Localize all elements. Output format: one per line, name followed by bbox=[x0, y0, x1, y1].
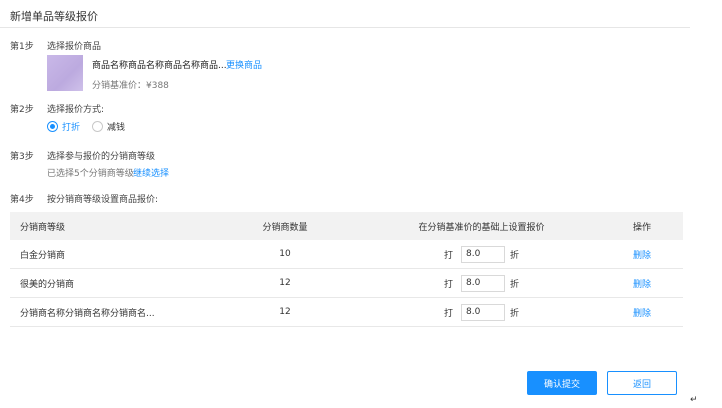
product-thumbnail bbox=[47, 55, 83, 91]
discount-prefix: 打 bbox=[443, 279, 453, 290]
header-price: 在分销基准价的基础上设置报价 bbox=[330, 220, 633, 233]
radio-reduce[interactable]: 减钱 bbox=[92, 120, 125, 133]
header-level: 分销商等级 bbox=[20, 222, 66, 233]
submit-button[interactable]: 确认提交 bbox=[527, 371, 597, 395]
continue-select-link[interactable]: 继续选择 bbox=[133, 166, 169, 179]
header-price-text: 在分销基准价的基础上设置报价 bbox=[418, 222, 545, 233]
discount-suffix: 折 bbox=[510, 279, 520, 290]
row-count: 10 bbox=[279, 249, 291, 259]
selected-levels-text: 已选择5个分销商等级 bbox=[47, 169, 134, 179]
table-header: 分销商等级 分销商数量 在分销基准价的基础上设置报价 操作 bbox=[10, 212, 683, 240]
discount-prefix: 打 bbox=[443, 250, 453, 261]
step-3-label: 选择参与报价的分销商等级 bbox=[47, 152, 156, 162]
step-1-label: 选择报价商品 bbox=[47, 42, 102, 52]
delete-link[interactable]: 删除 bbox=[633, 306, 683, 319]
back-button[interactable]: 返回 bbox=[607, 371, 677, 395]
discount-suffix: 折 bbox=[510, 308, 520, 319]
change-product-link[interactable]: 更换商品 bbox=[226, 58, 262, 71]
pricing-table: 分销商等级 分销商数量 在分销基准价的基础上设置报价 操作 白金分销商 10 打… bbox=[10, 212, 683, 327]
step-4-number: 第4步 bbox=[10, 195, 34, 205]
delete-link[interactable]: 删除 bbox=[633, 248, 683, 261]
radio-discount[interactable]: 打折 bbox=[47, 120, 80, 133]
step-2-number: 第2步 bbox=[10, 105, 34, 115]
row-price-cell: 打 折 bbox=[330, 303, 633, 321]
row-price-cell: 打 折 bbox=[330, 274, 633, 292]
row-level: 很美的分销商 bbox=[20, 279, 75, 290]
radio-discount-label: 打折 bbox=[62, 123, 81, 133]
row-count: 12 bbox=[279, 307, 291, 317]
step-4-label: 按分销商等级设置商品报价: bbox=[47, 195, 159, 205]
discount-input[interactable] bbox=[461, 274, 505, 292]
header-count: 分销商数量 bbox=[262, 222, 308, 233]
radio-checked-icon bbox=[47, 121, 58, 132]
page-title: 新增单品等级报价 bbox=[10, 10, 98, 23]
table-row: 分销商名称分销商名称分销商名... 12 打 折 删除 bbox=[10, 298, 683, 327]
delete-link[interactable]: 删除 bbox=[633, 277, 683, 290]
row-count: 12 bbox=[279, 278, 291, 288]
row-level: 分销商名称分销商名称分销商名... bbox=[20, 308, 155, 319]
radio-unchecked-icon bbox=[92, 121, 103, 132]
discount-input[interactable] bbox=[461, 303, 505, 321]
radio-reduce-label: 减钱 bbox=[107, 123, 126, 133]
discount-input[interactable] bbox=[461, 245, 505, 263]
return-mark-icon: ↵ bbox=[690, 395, 698, 405]
row-level: 白金分销商 bbox=[20, 250, 66, 261]
header-action: 操作 bbox=[633, 222, 652, 233]
table-row: 很美的分销商 12 打 折 删除 bbox=[10, 269, 683, 298]
step-3-number: 第3步 bbox=[10, 152, 34, 162]
discount-prefix: 打 bbox=[443, 308, 453, 319]
title-divider bbox=[0, 27, 690, 28]
step-2-label: 选择报价方式: bbox=[47, 105, 105, 115]
table-row: 白金分销商 10 打 折 删除 bbox=[10, 240, 683, 269]
row-price-cell: 打 折 bbox=[330, 245, 633, 263]
base-price: 分销基准价：¥388 bbox=[92, 81, 169, 91]
product-name: 商品名称商品名称商品名称商品... bbox=[92, 61, 227, 71]
step-1-number: 第1步 bbox=[10, 42, 34, 52]
discount-suffix: 折 bbox=[510, 250, 520, 261]
